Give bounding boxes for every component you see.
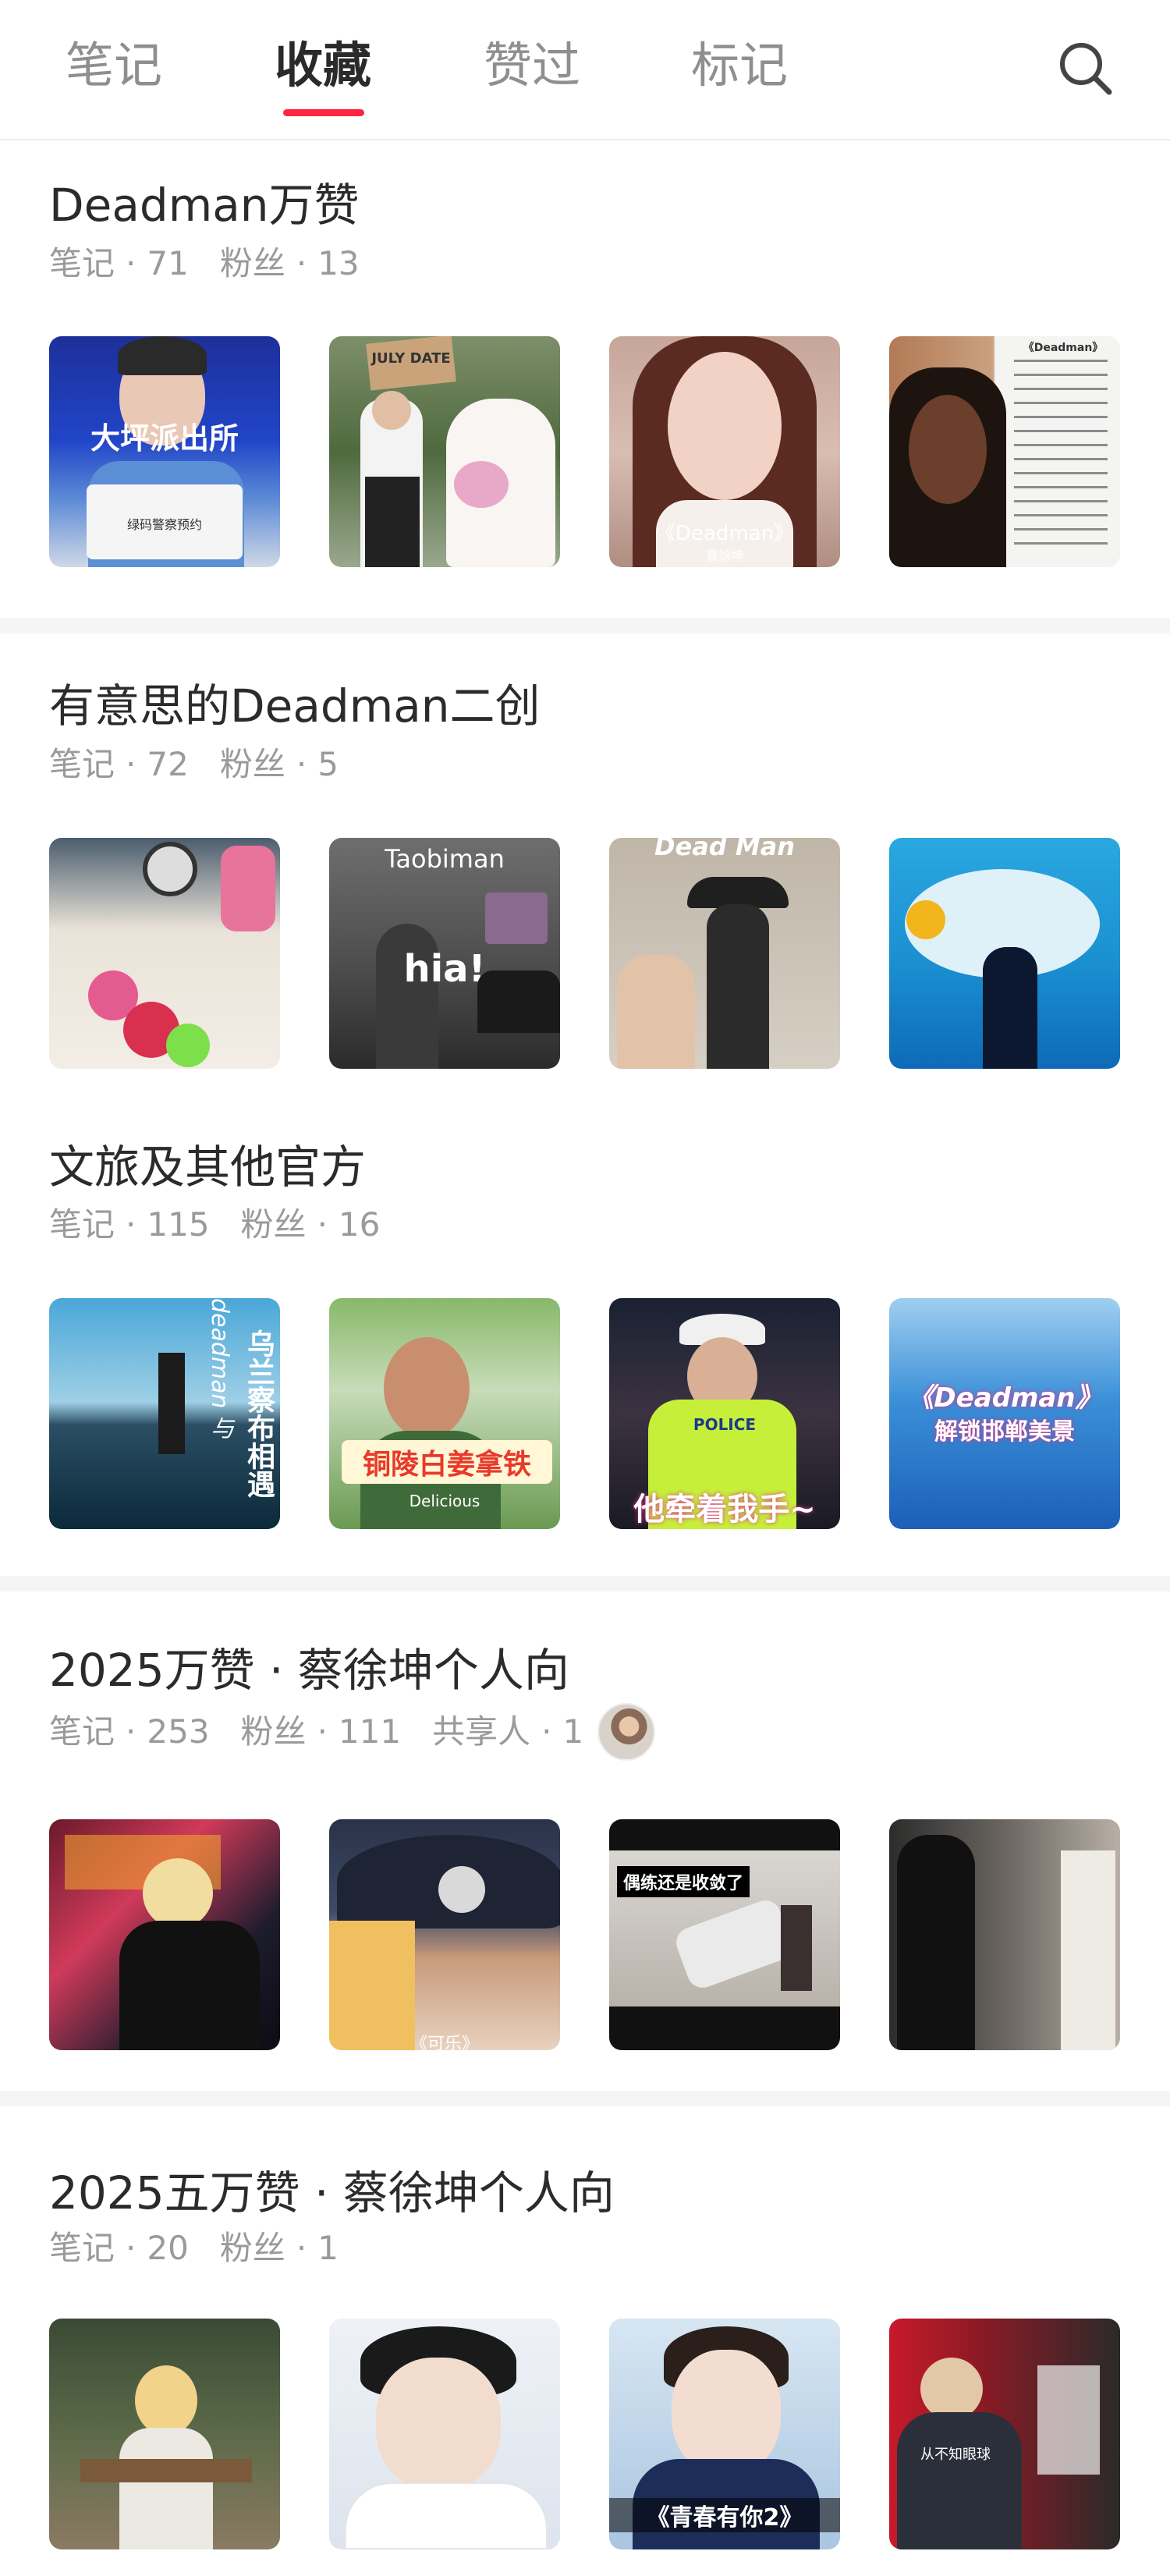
- note-thumbnail[interactable]: 《Deadman》: [889, 336, 1120, 567]
- thumbnail-caption: 大坪派出所: [90, 421, 239, 456]
- section-divider: [0, 618, 1170, 633]
- sharers-label: 共享人: [432, 1712, 531, 1751]
- tab-notes[interactable]: 笔记: [66, 34, 162, 97]
- board-thumbnails: Taobiman hia! Dead Man: [49, 838, 1126, 1069]
- note-thumbnail[interactable]: 大坪派出所 绿码警察预约: [49, 336, 280, 567]
- notes-count: 253: [147, 1712, 210, 1751]
- collection-board[interactable]: 文旅及其他官方 笔记 · 115 粉丝 · 16 乌兰察布相遇 deadman 与 铜陵…: [0, 1102, 1170, 1576]
- thumbnail-caption: 《Deadman》: [654, 522, 795, 545]
- note-thumbnail[interactable]: 《Deadman》 解锁邯郸美景: [889, 1298, 1120, 1529]
- thumbnail-subcaption: 解锁邯郸美景: [934, 1418, 1075, 1446]
- sharer-avatar[interactable]: [597, 1703, 656, 1761]
- notes-label: 笔记: [49, 1712, 115, 1751]
- thumbnail-subcaption: 蔡徐坤: [705, 548, 743, 563]
- fans-label: 粉丝: [219, 745, 285, 783]
- collection-board[interactable]: Deadman万赞 笔记 · 71 粉丝 · 13 大坪派出所 绿码警察预约 JULY …: [0, 142, 1170, 618]
- fans-count: 5: [317, 745, 339, 783]
- tab-collections[interactable]: 收藏: [275, 34, 371, 97]
- active-tab-underline: [283, 109, 364, 116]
- board-thumbnails: 《青春有你2》 从不知眼球: [49, 2319, 1126, 2549]
- board-thumbnails: 乌兰察布相遇 deadman 与 铜陵白姜拿铁 Delicious POLICE…: [49, 1298, 1126, 1529]
- thumbnail-subcaption: 绿码警察预约: [126, 517, 202, 532]
- note-thumbnail[interactable]: 从不知眼球: [889, 2319, 1120, 2549]
- board-title: Deadman万赞: [49, 179, 360, 232]
- board-title: 2025五万赞 · 蔡徐坤个人向: [49, 2166, 615, 2219]
- notes-count: 71: [147, 244, 189, 282]
- thumbnail-caption: 《青春有你2》: [609, 2498, 840, 2532]
- note-thumbnail[interactable]: JULY DATE: [329, 336, 560, 567]
- thumbnail-subcaption: 从不知眼球: [920, 2446, 991, 2463]
- board-thumbnails: 大坪派出所 绿码警察预约 JULY DATE 《Deadman》 蔡徐坤 《De…: [49, 336, 1126, 567]
- thumbnail-subcaption: deadman 与: [206, 1298, 233, 1440]
- board-title: 文旅及其他官方: [49, 1141, 367, 1194]
- notes-count: 115: [147, 1205, 210, 1244]
- fans-label: 粉丝: [240, 1205, 307, 1244]
- thumbnail-caption: 《Deadman》: [1023, 342, 1104, 354]
- note-thumbnail[interactable]: 《可乐》: [329, 1819, 560, 2050]
- notes-label: 笔记: [49, 2229, 115, 2267]
- notes-label: 笔记: [49, 1205, 115, 1244]
- fans-count: 111: [338, 1712, 402, 1751]
- note-thumbnail[interactable]: 偶练还是收敛了: [609, 1819, 840, 2050]
- notes-label: 笔记: [49, 244, 115, 282]
- note-thumbnail[interactable]: [49, 838, 280, 1069]
- thumbnail-caption: 铜陵白姜拿铁: [342, 1440, 552, 1484]
- board-stats: 笔记 · 20 粉丝 · 1: [49, 2227, 339, 2270]
- note-thumbnail[interactable]: 乌兰察布相遇 deadman 与: [49, 1298, 280, 1529]
- tab-liked[interactable]: 赞过: [484, 34, 580, 97]
- fans-count: 13: [317, 244, 360, 282]
- thumbnail-caption: 偶练还是收敛了: [617, 1866, 750, 1897]
- note-thumbnail[interactable]: [49, 1819, 280, 2050]
- note-thumbnail[interactable]: 《青春有你2》: [609, 2319, 840, 2549]
- collection-board[interactable]: 2025万赞 · 蔡徐坤个人向 笔记 · 253 粉丝 · 111 共享人 · 1 《可乐》…: [0, 1591, 1170, 2091]
- board-stats: 笔记 · 72 粉丝 · 5: [49, 743, 339, 786]
- thumbnail-caption: Taobiman: [385, 844, 505, 874]
- section-divider: [0, 1576, 1170, 1591]
- board-stats: 笔记 · 115 粉丝 · 16: [49, 1203, 380, 1247]
- section-divider: [0, 2091, 1170, 2106]
- thumbnail-subcaption: POLICE: [693, 1415, 757, 1434]
- note-thumbnail[interactable]: 铜陵白姜拿铁 Delicious: [329, 1298, 560, 1529]
- note-thumbnail[interactable]: Taobiman hia!: [329, 838, 560, 1069]
- notes-count: 20: [147, 2229, 189, 2267]
- note-thumbnail[interactable]: 《Deadman》 蔡徐坤: [609, 336, 840, 567]
- note-thumbnail[interactable]: [889, 1819, 1120, 2050]
- fans-label: 粉丝: [219, 244, 285, 282]
- fans-count: 1: [317, 2229, 339, 2267]
- thumbnail-caption: Dead Man: [654, 838, 796, 861]
- note-thumbnail[interactable]: [49, 2319, 280, 2549]
- collection-board[interactable]: 有意思的Deadman二创 笔记 · 72 粉丝 · 5 Taobiman hia! D…: [0, 633, 1170, 1102]
- thumbnail-caption: 他牵着我手~: [633, 1492, 816, 1528]
- board-stats: 笔记 · 253 粉丝 · 111 共享人 · 1: [49, 1703, 656, 1761]
- thumbnail-caption: JULY DATE: [371, 350, 451, 367]
- board-title: 2025万赞 · 蔡徐坤个人向: [49, 1644, 569, 1697]
- search-icon[interactable]: [1055, 37, 1117, 100]
- board-title: 有意思的Deadman二创: [49, 679, 541, 733]
- note-thumbnail[interactable]: POLICE 他牵着我手~: [609, 1298, 840, 1529]
- top-tab-bar: 笔记 收藏 赞过 标记: [0, 0, 1170, 140]
- sharers-count: 1: [562, 1712, 584, 1751]
- note-thumbnail[interactable]: [889, 838, 1120, 1069]
- collection-board[interactable]: 2025五万赞 · 蔡徐坤个人向 笔记 · 20 粉丝 · 1 《青春有你2》 从不知眼…: [0, 2106, 1170, 2576]
- thumbnail-caption: 《Deadman》: [907, 1382, 1102, 1414]
- thumbnail-subcaption: Delicious: [409, 1492, 480, 1510]
- fans-label: 粉丝: [240, 1712, 307, 1751]
- fans-label: 粉丝: [219, 2229, 285, 2267]
- board-stats: 笔记 · 71 粉丝 · 13: [49, 242, 360, 286]
- fans-count: 16: [338, 1205, 381, 1244]
- notes-label: 笔记: [49, 745, 115, 783]
- notes-count: 72: [147, 745, 189, 783]
- note-thumbnail[interactable]: Dead Man: [609, 838, 840, 1069]
- thumbnail-subcaption: 《可乐》: [410, 2035, 479, 2050]
- note-thumbnail[interactable]: [329, 2319, 560, 2549]
- tab-marked[interactable]: 标记: [691, 34, 788, 97]
- board-thumbnails: 《可乐》 偶练还是收敛了: [49, 1819, 1126, 2050]
